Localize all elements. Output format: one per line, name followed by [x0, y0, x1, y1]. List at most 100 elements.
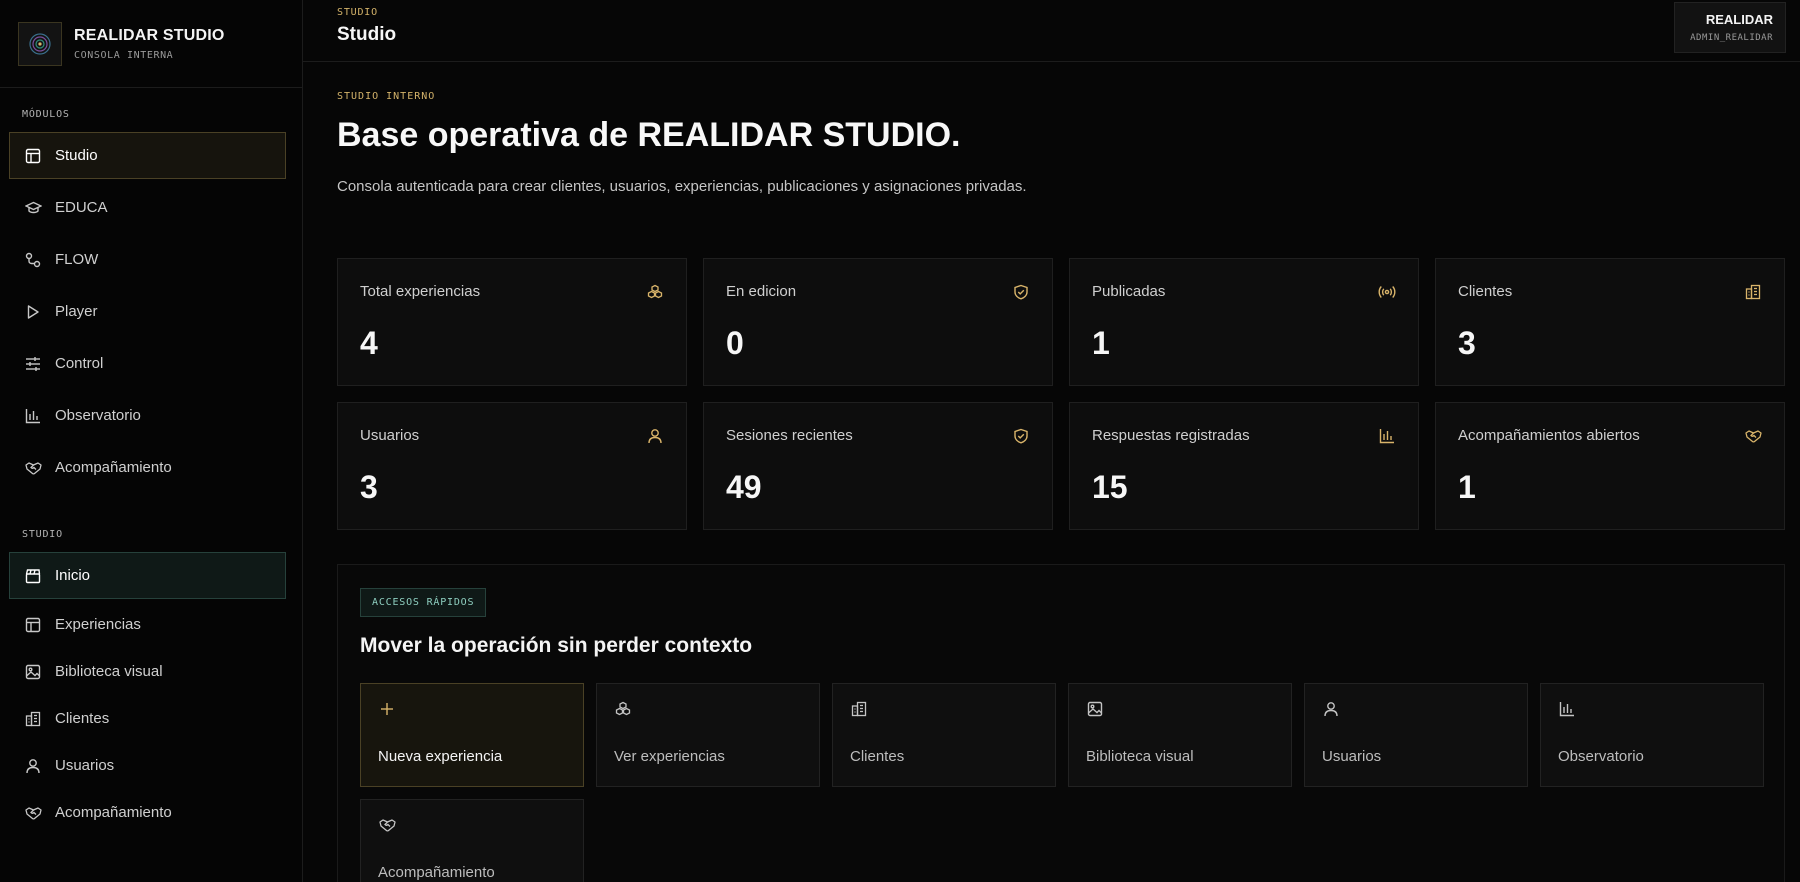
sidebar-item-player[interactable]: Player	[9, 288, 286, 335]
page-title: Studio	[337, 24, 397, 45]
modules-nav: Studio EDUCA FLOW Player Control Observa…	[9, 132, 286, 496]
sidebar-item-label: Acompañamiento	[55, 459, 172, 476]
brand-title: REALIDAR STUDIO	[74, 26, 225, 44]
building-icon	[850, 700, 868, 718]
clients-tile-button[interactable]: Clientes	[832, 683, 1056, 787]
sidebar-item-label: Studio	[55, 147, 98, 164]
layout-icon	[24, 147, 42, 165]
broadcast-icon	[1378, 283, 1396, 301]
quick-access-tiles: Nueva experiencia Ver experiencias Clien…	[360, 683, 1764, 882]
stat-value: 1	[1458, 469, 1476, 505]
sidebar-item-flow[interactable]: FLOW	[9, 236, 286, 283]
stat-label: Sesiones recientes	[726, 427, 853, 444]
sidebar-item-label: Inicio	[55, 567, 91, 584]
sidebar: REALIDAR STUDIO CONSOLA INTERNA MÓDULOS …	[0, 0, 303, 882]
stat-value: 3	[360, 469, 378, 505]
stat-label: Usuarios	[360, 427, 420, 444]
stat-card-en-edicion: En edicion 0	[703, 258, 1053, 386]
stat-card-respuestas-registradas: Respuestas registradas 15	[1069, 402, 1419, 530]
hero-title: Base operativa de REALIDAR STUDIO.	[337, 116, 961, 154]
stat-value: 0	[726, 325, 744, 361]
sidebar-item-biblioteca-visual[interactable]: Biblioteca visual	[9, 648, 286, 695]
view-experiences-button[interactable]: Ver experiencias	[596, 683, 820, 787]
handshake-icon	[24, 459, 42, 477]
sliders-icon	[24, 355, 42, 373]
bar-chart-icon	[1378, 427, 1396, 445]
sidebar-item-inicio[interactable]: Inicio	[9, 552, 286, 599]
bar-chart-icon	[1558, 700, 1576, 718]
user-icon	[1322, 700, 1340, 718]
sidebar-item-label: FLOW	[55, 251, 99, 268]
stat-value: 3	[1458, 325, 1476, 361]
building-icon	[1744, 283, 1762, 301]
stat-card-usuarios: Usuarios 3	[337, 402, 687, 530]
user-menu[interactable]: REALIDAR ADMIN_REALIDAR	[1674, 2, 1786, 53]
stat-label: Total experiencias	[360, 283, 481, 300]
user-icon	[646, 427, 664, 445]
image-icon	[24, 663, 42, 681]
stat-card-publicadas: Publicadas 1	[1069, 258, 1419, 386]
cubes-icon	[646, 283, 664, 301]
sidebar-item-label: Control	[55, 355, 104, 372]
tile-label: Ver experiencias	[614, 748, 725, 765]
breadcrumb: STUDIO	[337, 7, 378, 18]
user-role: ADMIN_REALIDAR	[1690, 33, 1773, 43]
stat-label: En edicion	[726, 283, 797, 300]
tile-label: Nueva experiencia	[378, 748, 503, 765]
sidebar-item-observatorio[interactable]: Observatorio	[9, 392, 286, 439]
topbar: STUDIO Studio REALIDAR ADMIN_REALIDAR	[303, 0, 1800, 62]
flow-icon	[24, 251, 42, 269]
tile-label: Usuarios	[1322, 748, 1382, 765]
handshake-icon	[1744, 427, 1762, 445]
sidebar-item-control[interactable]: Control	[9, 340, 286, 387]
sidebar-item-acompanamiento[interactable]: Acompañamiento	[9, 444, 286, 491]
modules-section-label: MÓDULOS	[22, 109, 70, 120]
shield-check-icon	[1012, 283, 1030, 301]
graduation-cap-icon	[24, 199, 42, 217]
layout-icon	[24, 616, 42, 634]
sidebar-item-educa[interactable]: EDUCA	[9, 184, 286, 231]
sidebar-item-label: Observatorio	[55, 407, 141, 424]
stat-card-acompanamientos-abiertos: Acompañamientos abiertos 1	[1435, 402, 1785, 530]
sidebar-item-clientes[interactable]: Clientes	[9, 695, 286, 742]
stat-card-sesiones-recientes: Sesiones recientes 49	[703, 402, 1053, 530]
accompaniment-tile-button[interactable]: Acompañamiento	[360, 799, 584, 882]
sidebar-item-studio[interactable]: Studio	[9, 132, 286, 179]
stat-value: 15	[1092, 469, 1128, 505]
play-icon	[24, 303, 42, 321]
sidebar-item-usuarios[interactable]: Usuarios	[9, 742, 286, 789]
stat-value: 1	[1092, 325, 1110, 361]
user-icon	[24, 757, 42, 775]
tile-label: Biblioteca visual	[1086, 748, 1194, 765]
studio-nav: Inicio Experiencias Biblioteca visual Cl…	[9, 552, 286, 836]
image-icon	[1086, 700, 1104, 718]
tile-label: Clientes	[850, 748, 905, 765]
user-name: REALIDAR	[1705, 12, 1773, 27]
hero-eyebrow: STUDIO INTERNO	[337, 91, 436, 102]
stat-label: Respuestas registradas	[1092, 427, 1250, 444]
bar-chart-icon	[24, 407, 42, 425]
sidebar-item-experiencias[interactable]: Experiencias	[9, 601, 286, 648]
stat-value: 4	[360, 325, 378, 361]
app-shell: REALIDAR STUDIO CONSOLA INTERNA MÓDULOS …	[0, 0, 1800, 882]
visual-library-tile-button[interactable]: Biblioteca visual	[1068, 683, 1292, 787]
cubes-icon	[614, 700, 632, 718]
stat-card-total-experiencias: Total experiencias 4	[337, 258, 687, 386]
sidebar-item-acompanamiento-studio[interactable]: Acompañamiento	[9, 789, 286, 836]
sidebar-item-label: Acompañamiento	[55, 804, 172, 821]
tile-label: Observatorio	[1558, 748, 1644, 765]
quick-access-panel: ACCESOS RÁPIDOS Mover la operación sin p…	[337, 564, 1785, 882]
quick-access-title: Mover la operación sin perder contexto	[360, 634, 753, 657]
handshake-icon	[378, 816, 396, 834]
brand[interactable]: REALIDAR STUDIO CONSOLA INTERNA	[0, 0, 302, 88]
sidebar-item-label: Usuarios	[55, 757, 115, 774]
sidebar-item-label: EDUCA	[55, 199, 108, 216]
new-experience-button[interactable]: Nueva experiencia	[360, 683, 584, 787]
sidebar-item-label: Experiencias	[55, 616, 141, 633]
stat-label: Acompañamientos abiertos	[1458, 427, 1640, 444]
observatory-tile-button[interactable]: Observatorio	[1540, 683, 1764, 787]
brand-subtitle: CONSOLA INTERNA	[74, 49, 174, 61]
users-tile-button[interactable]: Usuarios	[1304, 683, 1528, 787]
studio-section-label: STUDIO	[22, 529, 63, 540]
building-icon	[24, 710, 42, 728]
